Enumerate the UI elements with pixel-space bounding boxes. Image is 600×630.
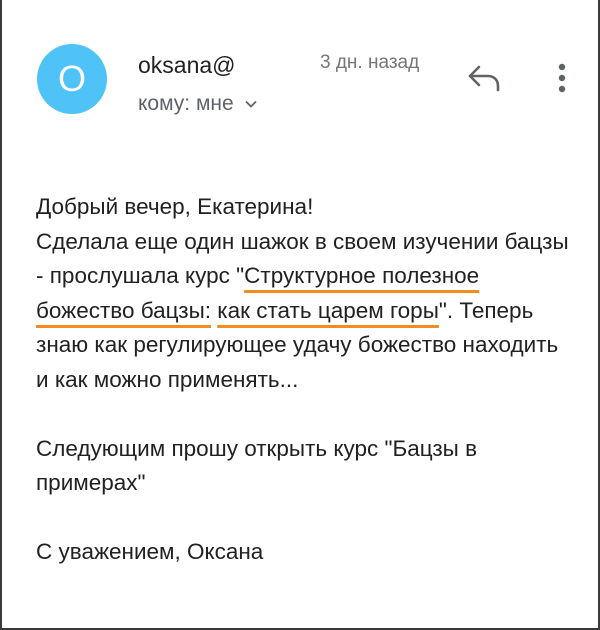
paragraph-course-review: Сделала еще один шажок в своем изучении … [36,225,576,398]
sender-name[interactable]: oksana@ [138,52,236,79]
more-options-button[interactable] [550,60,574,96]
message-date: 3 дн. назад [320,52,420,73]
message-header: O oksana@ 3 дн. назад кому: мне [2,0,600,140]
recipient-details-toggle[interactable]: кому: мне [138,92,258,116]
signature: С уважением, Оксана [36,539,264,564]
avatar-letter: O [57,58,86,99]
paragraph-request: Следующим прошу открыть курс "Бацзы в пр… [36,435,478,496]
email-view: O oksana@ 3 дн. назад кому: мне Добрый в… [0,0,600,630]
message-body: Добрый вечер, Екатерина! Сделала еще оди… [36,190,576,570]
chevron-down-icon [245,100,257,108]
avatar[interactable]: O [37,44,107,114]
reply-icon [468,65,500,92]
reply-button[interactable] [464,60,504,96]
more-vert-icon [558,63,566,93]
recipient-label: кому: мне [138,92,234,115]
highlighted-course-title-part2: как стать царем горы [217,297,439,323]
greeting: Добрый вечер, Екатерина! [36,194,314,219]
